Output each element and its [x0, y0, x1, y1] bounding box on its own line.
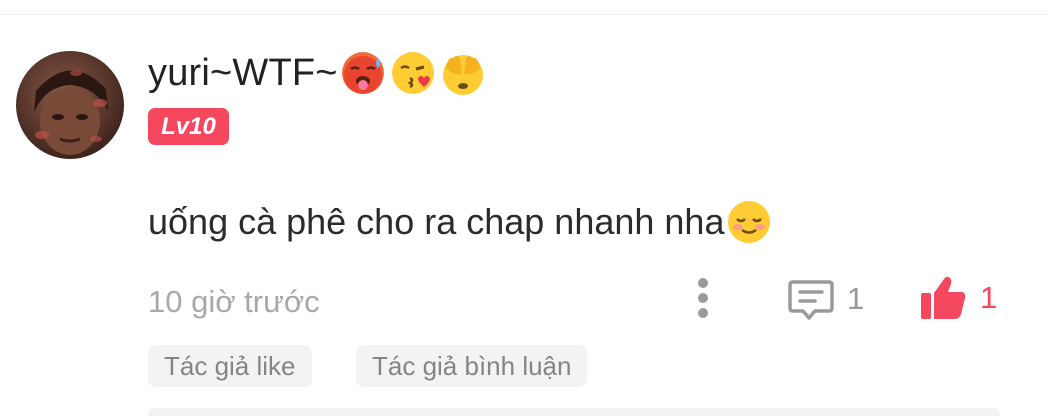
- top-divider: [0, 14, 1048, 15]
- reply-button[interactable]: 1: [787, 276, 864, 322]
- author-replied-tag: Tác giả bình luận: [356, 345, 588, 387]
- thumbs-up-icon: [921, 276, 966, 319]
- comment-timestamp: 10 giờ trước: [148, 284, 320, 319]
- comment-card: yuri~WTF~ Lv10 uống cà phê cho ra chap n…: [0, 0, 1048, 416]
- comment-text: uống cà phê cho ra chap nhanh nha: [148, 201, 725, 242]
- reply-count: 1: [847, 281, 865, 316]
- comment-icon: [788, 280, 834, 320]
- hot-face-emoji-icon: [341, 52, 384, 94]
- comment-body: uống cà phê cho ra chap nhanh nha: [148, 196, 776, 248]
- face-blowing-kiss-icon: [391, 52, 434, 94]
- face-covering-eyes-icon: [442, 55, 483, 95]
- like-count: 1: [980, 280, 998, 315]
- username[interactable]: yuri~WTF~: [148, 49, 490, 97]
- smiling-face-icon: [728, 201, 771, 243]
- username-text: yuri~WTF~: [148, 51, 338, 94]
- avatar[interactable]: [16, 51, 124, 159]
- like-button[interactable]: 1: [918, 272, 997, 324]
- level-badge: Lv10: [148, 108, 229, 145]
- reply-preview-edge: [148, 408, 1000, 416]
- author-liked-tag: Tác giả like: [148, 345, 312, 387]
- more-vertical-icon[interactable]: [688, 276, 718, 320]
